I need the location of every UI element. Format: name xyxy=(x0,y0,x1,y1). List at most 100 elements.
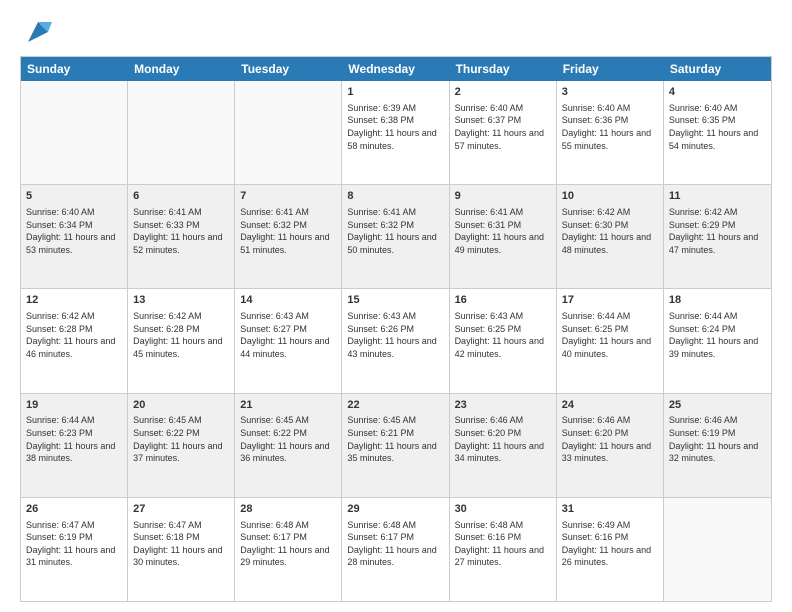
calendar-cell: 11Sunrise: 6:42 AM Sunset: 6:29 PM Dayli… xyxy=(664,185,771,288)
day-number: 15 xyxy=(347,293,443,308)
calendar-cell: 21Sunrise: 6:45 AM Sunset: 6:22 PM Dayli… xyxy=(235,394,342,497)
calendar-cell: 15 Sunrise: 6:43 AM Sunset: 6:26 PM Dayli… xyxy=(342,289,449,392)
cell-info: Sunrise: 6:41 AM Sunset: 6:32 PM Dayligh… xyxy=(240,206,336,256)
day-number: 6 xyxy=(133,189,229,204)
calendar-cell: 3 Sunrise: 6:40 AM Sunset: 6:36 PM Daylig… xyxy=(557,81,664,184)
calendar-cell: 1 Sunrise: 6:39 AM Sunset: 6:38 PM Daylig… xyxy=(342,81,449,184)
calendar-cell: 17 Sunrise: 6:44 AM Sunset: 6:25 PM Dayli… xyxy=(557,289,664,392)
day-number: 10 xyxy=(562,189,658,204)
calendar-row-2: 5 Sunrise: 6:40 AM Sunset: 6:34 PM Daylig… xyxy=(21,185,771,289)
day-number: 7 xyxy=(240,189,336,204)
weekday-header-monday: Monday xyxy=(128,57,235,81)
calendar-cell: 20Sunrise: 6:45 AM Sunset: 6:22 PM Dayli… xyxy=(128,394,235,497)
calendar-row-4: 19Sunrise: 6:44 AM Sunset: 6:23 PM Dayli… xyxy=(21,394,771,498)
weekday-header-tuesday: Tuesday xyxy=(235,57,342,81)
cell-info: Sunrise: 6:48 AM Sunset: 6:17 PM Dayligh… xyxy=(240,519,336,569)
calendar-cell: 13 Sunrise: 6:42 AM Sunset: 6:28 PM Dayli… xyxy=(128,289,235,392)
day-number: 12 xyxy=(26,293,122,308)
cell-info: Sunrise: 6:39 AM Sunset: 6:38 PM Dayligh… xyxy=(347,102,443,152)
cell-info: Sunrise: 6:42 AM Sunset: 6:28 PM Dayligh… xyxy=(26,310,122,360)
calendar-cell: 24Sunrise: 6:46 AM Sunset: 6:20 PM Dayli… xyxy=(557,394,664,497)
day-number: 4 xyxy=(669,85,766,100)
day-number: 28 xyxy=(240,502,336,517)
calendar-cell: 12 Sunrise: 6:42 AM Sunset: 6:28 PM Dayli… xyxy=(21,289,128,392)
cell-info: Sunrise: 6:41 AM Sunset: 6:33 PM Dayligh… xyxy=(133,206,229,256)
calendar-cell: 5 Sunrise: 6:40 AM Sunset: 6:34 PM Daylig… xyxy=(21,185,128,288)
weekday-header-sunday: Sunday xyxy=(21,57,128,81)
cell-info: Sunrise: 6:42 AM Sunset: 6:29 PM Dayligh… xyxy=(669,206,766,256)
day-number: 26 xyxy=(26,502,122,517)
cell-info: Sunrise: 6:45 AM Sunset: 6:22 PM Dayligh… xyxy=(133,414,229,464)
cell-info: Sunrise: 6:46 AM Sunset: 6:19 PM Dayligh… xyxy=(669,414,766,464)
logo-icon xyxy=(24,18,52,46)
cell-info: Sunrise: 6:44 AM Sunset: 6:23 PM Dayligh… xyxy=(26,414,122,464)
calendar-cell: 23Sunrise: 6:46 AM Sunset: 6:20 PM Dayli… xyxy=(450,394,557,497)
calendar-cell: 6 Sunrise: 6:41 AM Sunset: 6:33 PM Daylig… xyxy=(128,185,235,288)
day-number: 20 xyxy=(133,398,229,413)
cell-info: Sunrise: 6:46 AM Sunset: 6:20 PM Dayligh… xyxy=(455,414,551,464)
cell-info: Sunrise: 6:40 AM Sunset: 6:36 PM Dayligh… xyxy=(562,102,658,152)
day-number: 3 xyxy=(562,85,658,100)
day-number: 18 xyxy=(669,293,766,308)
cell-info: Sunrise: 6:40 AM Sunset: 6:34 PM Dayligh… xyxy=(26,206,122,256)
calendar-cell: 14 Sunrise: 6:43 AM Sunset: 6:27 PM Dayli… xyxy=(235,289,342,392)
cell-info: Sunrise: 6:46 AM Sunset: 6:20 PM Dayligh… xyxy=(562,414,658,464)
calendar-cell: 29Sunrise: 6:48 AM Sunset: 6:17 PM Dayli… xyxy=(342,498,449,601)
day-number: 24 xyxy=(562,398,658,413)
cell-info: Sunrise: 6:44 AM Sunset: 6:24 PM Dayligh… xyxy=(669,310,766,360)
calendar-cell: 10 Sunrise: 6:42 AM Sunset: 6:30 PM Dayli… xyxy=(557,185,664,288)
day-number: 21 xyxy=(240,398,336,413)
cell-info: Sunrise: 6:43 AM Sunset: 6:26 PM Dayligh… xyxy=(347,310,443,360)
cell-info: Sunrise: 6:42 AM Sunset: 6:28 PM Dayligh… xyxy=(133,310,229,360)
cell-info: Sunrise: 6:45 AM Sunset: 6:22 PM Dayligh… xyxy=(240,414,336,464)
calendar-cell: 26 Sunrise: 6:47 AM Sunset: 6:19 PM Dayli… xyxy=(21,498,128,601)
cell-info: Sunrise: 6:42 AM Sunset: 6:30 PM Dayligh… xyxy=(562,206,658,256)
calendar-cell: 22Sunrise: 6:45 AM Sunset: 6:21 PM Dayli… xyxy=(342,394,449,497)
cell-info: Sunrise: 6:49 AM Sunset: 6:16 PM Dayligh… xyxy=(562,519,658,569)
day-number: 16 xyxy=(455,293,551,308)
calendar-cell: 18 Sunrise: 6:44 AM Sunset: 6:24 PM Dayli… xyxy=(664,289,771,392)
day-number: 31 xyxy=(562,502,658,517)
header xyxy=(20,18,772,46)
weekday-header-wednesday: Wednesday xyxy=(342,57,449,81)
cell-info: Sunrise: 6:48 AM Sunset: 6:16 PM Dayligh… xyxy=(455,519,551,569)
cell-info: Sunrise: 6:44 AM Sunset: 6:25 PM Dayligh… xyxy=(562,310,658,360)
day-number: 8 xyxy=(347,189,443,204)
cell-info: Sunrise: 6:40 AM Sunset: 6:37 PM Dayligh… xyxy=(455,102,551,152)
day-number: 17 xyxy=(562,293,658,308)
day-number: 1 xyxy=(347,85,443,100)
cell-info: Sunrise: 6:43 AM Sunset: 6:25 PM Dayligh… xyxy=(455,310,551,360)
day-number: 13 xyxy=(133,293,229,308)
day-number: 22 xyxy=(347,398,443,413)
cell-info: Sunrise: 6:43 AM Sunset: 6:27 PM Dayligh… xyxy=(240,310,336,360)
day-number: 19 xyxy=(26,398,122,413)
calendar-cell: 28 Sunrise: 6:48 AM Sunset: 6:17 PM Dayli… xyxy=(235,498,342,601)
day-number: 25 xyxy=(669,398,766,413)
day-number: 5 xyxy=(26,189,122,204)
calendar-cell xyxy=(21,81,128,184)
calendar-cell: 9 Sunrise: 6:41 AM Sunset: 6:31 PM Daylig… xyxy=(450,185,557,288)
cell-info: Sunrise: 6:40 AM Sunset: 6:35 PM Dayligh… xyxy=(669,102,766,152)
day-number: 9 xyxy=(455,189,551,204)
calendar-header: SundayMondayTuesdayWednesdayThursdayFrid… xyxy=(21,57,771,81)
calendar-cell xyxy=(664,498,771,601)
calendar-body: 1 Sunrise: 6:39 AM Sunset: 6:38 PM Daylig… xyxy=(21,81,771,601)
day-number: 14 xyxy=(240,293,336,308)
day-number: 29 xyxy=(347,502,443,517)
weekday-header-friday: Friday xyxy=(557,57,664,81)
cell-info: Sunrise: 6:45 AM Sunset: 6:21 PM Dayligh… xyxy=(347,414,443,464)
calendar-cell: 8 Sunrise: 6:41 AM Sunset: 6:32 PM Daylig… xyxy=(342,185,449,288)
calendar-cell: 30Sunrise: 6:48 AM Sunset: 6:16 PM Dayli… xyxy=(450,498,557,601)
calendar-row-1: 1 Sunrise: 6:39 AM Sunset: 6:38 PM Daylig… xyxy=(21,81,771,185)
calendar: SundayMondayTuesdayWednesdayThursdayFrid… xyxy=(20,56,772,602)
weekday-header-saturday: Saturday xyxy=(664,57,771,81)
cell-info: Sunrise: 6:47 AM Sunset: 6:18 PM Dayligh… xyxy=(133,519,229,569)
calendar-row-3: 12 Sunrise: 6:42 AM Sunset: 6:28 PM Dayli… xyxy=(21,289,771,393)
calendar-cell: 2Sunrise: 6:40 AM Sunset: 6:37 PM Daylig… xyxy=(450,81,557,184)
page: SundayMondayTuesdayWednesdayThursdayFrid… xyxy=(0,0,792,612)
calendar-cell: 31 Sunrise: 6:49 AM Sunset: 6:16 PM Dayli… xyxy=(557,498,664,601)
cell-info: Sunrise: 6:47 AM Sunset: 6:19 PM Dayligh… xyxy=(26,519,122,569)
calendar-cell xyxy=(128,81,235,184)
cell-info: Sunrise: 6:41 AM Sunset: 6:31 PM Dayligh… xyxy=(455,206,551,256)
cell-info: Sunrise: 6:41 AM Sunset: 6:32 PM Dayligh… xyxy=(347,206,443,256)
